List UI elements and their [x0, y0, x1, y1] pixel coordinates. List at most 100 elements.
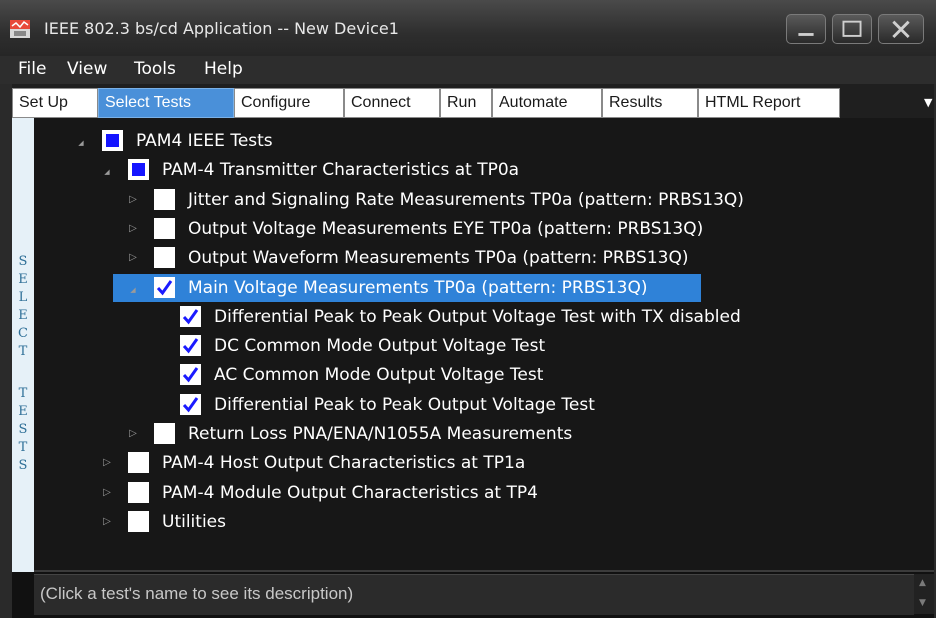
tree-item-label[interactable]: PAM-4 Transmitter Characteristics at TP0… — [162, 156, 519, 184]
expanded-arrow-icon[interactable]: ◢ — [128, 276, 138, 304]
tab-results[interactable]: Results — [602, 88, 698, 118]
description-scrollbar[interactable]: ▲ ▼ — [914, 574, 934, 614]
tree-item-label[interactable]: PAM-4 Host Output Characteristics at TP1… — [162, 449, 525, 477]
tree-item-label[interactable]: Utilities — [162, 508, 226, 536]
tree-row[interactable]: ▷ Return Loss PNA/ENA/N1055A Measurements — [34, 420, 914, 448]
tab-label: Set Up — [19, 94, 68, 111]
tree-item-label[interactable]: Differential Peak to Peak Output Voltage… — [214, 391, 595, 419]
checkmark-icon — [182, 397, 199, 413]
tree-row[interactable]: ◢ Main Voltage Measurements TP0a (pattern… — [113, 274, 701, 302]
tree-row[interactable]: ▷ Output Voltage Measurements EYE TP0a (p… — [34, 215, 914, 243]
checkbox[interactable] — [128, 511, 149, 532]
collapsed-arrow-icon[interactable]: ▷ — [102, 508, 112, 536]
description-placeholder: (Click a test's name to see its descript… — [40, 584, 354, 603]
tab-label: Connect — [351, 94, 411, 111]
side-letter: S — [18, 254, 28, 269]
tree-row[interactable]: Differential Peak to Peak Output Voltage… — [34, 391, 914, 419]
checkbox-checked[interactable] — [180, 394, 201, 415]
tree-row[interactable]: Differential Peak to Peak Output Voltage… — [34, 303, 914, 331]
side-letter: S — [18, 458, 28, 473]
tab-html-report[interactable]: HTML Report — [698, 88, 840, 118]
checkbox[interactable] — [128, 482, 149, 503]
collapsed-arrow-icon[interactable]: ▷ — [128, 420, 138, 448]
collapsed-arrow-icon[interactable]: ▷ — [128, 215, 138, 243]
side-letter: E — [18, 272, 28, 287]
expanded-arrow-icon[interactable]: ◢ — [102, 158, 112, 186]
checkbox[interactable] — [128, 452, 149, 473]
tree-item-label[interactable]: PAM-4 Module Output Characteristics at T… — [162, 479, 538, 507]
tab-label: Run — [447, 94, 477, 111]
menu-bar: File View Tools Help — [0, 56, 936, 84]
checkbox[interactable] — [154, 189, 175, 210]
checkbox-checked[interactable] — [154, 277, 175, 298]
tree-row[interactable]: ▷ PAM-4 Host Output Characteristics at TP… — [34, 449, 914, 477]
checkbox-partial[interactable] — [102, 130, 123, 151]
tab-overflow-dropdown-icon[interactable]: ▼ — [924, 96, 932, 109]
expanded-arrow-icon[interactable]: ◢ — [76, 129, 86, 157]
side-letter: L — [18, 290, 28, 305]
checkmark-icon — [182, 338, 199, 354]
side-panel-label: S E L E C T T E S T S — [12, 118, 35, 572]
collapsed-arrow-icon[interactable]: ▷ — [128, 186, 138, 214]
tree-item-label[interactable]: Jitter and Signaling Rate Measurements T… — [188, 186, 744, 214]
tab-set-up[interactable]: Set Up — [12, 88, 98, 118]
close-button[interactable] — [878, 14, 924, 44]
tab-connect[interactable]: Connect — [344, 88, 440, 118]
side-letter: E — [18, 308, 28, 323]
menu-help[interactable]: Help — [204, 59, 243, 79]
description-box[interactable]: (Click a test's name to see its descript… — [34, 574, 914, 615]
select-tests-panel: S E L E C T T E S T S ◢ PAM4 IEEE Tests ◢ P… — [12, 118, 934, 618]
checkbox[interactable] — [154, 247, 175, 268]
title-bar: IEEE 802.3 bs/cd Application -- New Devi… — [0, 0, 936, 56]
side-letter: T — [18, 344, 28, 359]
collapsed-arrow-icon[interactable]: ▷ — [102, 479, 112, 507]
checkbox[interactable] — [154, 218, 175, 239]
checkbox-checked[interactable] — [180, 306, 201, 327]
scroll-up-icon[interactable]: ▲ — [919, 578, 926, 588]
menu-file[interactable]: File — [18, 59, 46, 79]
tree-item-label[interactable]: Output Voltage Measurements EYE TP0a (pa… — [188, 215, 703, 243]
tree-item-label[interactable]: Main Voltage Measurements TP0a (pattern:… — [188, 274, 648, 302]
tree-item-label[interactable]: Output Waveform Measurements TP0a (patte… — [188, 244, 689, 272]
checkbox-partial[interactable] — [128, 159, 149, 180]
tab-run[interactable]: Run — [440, 88, 492, 118]
tree-row[interactable]: ▷ Jitter and Signaling Rate Measurements … — [34, 186, 914, 214]
scroll-down-icon[interactable]: ▼ — [919, 598, 926, 608]
tab-label: Results — [609, 94, 663, 111]
tab-select-tests[interactable]: Select Tests — [98, 88, 234, 118]
tab-bar: Set Up Select Tests Configure Connect Ru… — [12, 84, 934, 118]
maximize-button[interactable] — [832, 14, 872, 44]
tree-item-label[interactable]: DC Common Mode Output Voltage Test — [214, 332, 545, 360]
checkbox-checked[interactable] — [180, 364, 201, 385]
collapsed-arrow-icon[interactable]: ▷ — [102, 449, 112, 477]
tree-row[interactable]: ▷ PAM-4 Module Output Characteristics at … — [34, 479, 914, 507]
tree-item-label[interactable]: Return Loss PNA/ENA/N1055A Measurements — [188, 420, 572, 448]
tree-row[interactable]: ◢ PAM-4 Transmitter Characteristics at TP… — [34, 156, 914, 184]
minimize-icon — [798, 33, 814, 36]
minimize-button[interactable] — [786, 14, 826, 44]
tree-row[interactable]: ▷ Utilities — [34, 508, 914, 536]
tab-label: HTML Report — [705, 94, 801, 111]
checkbox[interactable] — [154, 423, 175, 444]
menu-view[interactable]: View — [67, 59, 107, 79]
side-letter: T — [18, 440, 28, 455]
tree-row[interactable]: ◢ PAM4 IEEE Tests — [34, 127, 914, 155]
menu-tools[interactable]: Tools — [134, 59, 176, 79]
tab-label: Configure — [241, 94, 311, 111]
tree-item-label[interactable]: Differential Peak to Peak Output Voltage… — [214, 303, 741, 331]
test-tree: ◢ PAM4 IEEE Tests ◢ PAM-4 Transmitter Chara… — [34, 118, 934, 570]
window-title: IEEE 802.3 bs/cd Application -- New Devi… — [44, 19, 399, 38]
checkmark-icon — [182, 367, 199, 383]
collapsed-arrow-icon[interactable]: ▷ — [128, 244, 138, 272]
tab-configure[interactable]: Configure — [234, 88, 344, 118]
side-letter: C — [18, 326, 28, 341]
tree-row[interactable]: DC Common Mode Output Voltage Test — [34, 332, 914, 360]
checkbox-checked[interactable] — [180, 335, 201, 356]
tree-row[interactable]: AC Common Mode Output Voltage Test — [34, 361, 914, 389]
tree-item-label[interactable]: PAM4 IEEE Tests — [136, 127, 273, 155]
checkmark-icon — [182, 309, 199, 325]
tab-automate[interactable]: Automate — [492, 88, 602, 118]
app-icon — [10, 20, 30, 38]
tree-item-label[interactable]: AC Common Mode Output Voltage Test — [214, 361, 543, 389]
tree-row[interactable]: ▷ Output Waveform Measurements TP0a (patt… — [34, 244, 914, 272]
